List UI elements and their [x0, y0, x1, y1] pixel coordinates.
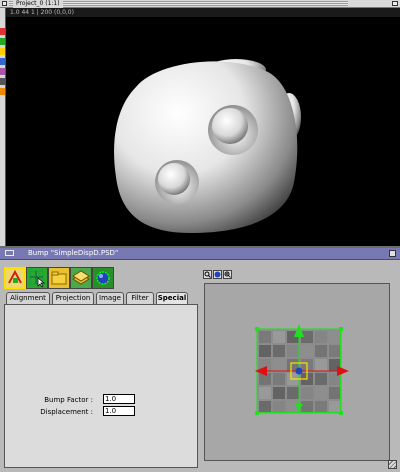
folder-tool-icon[interactable] — [48, 267, 70, 289]
close-box-icon[interactable] — [2, 1, 7, 6]
bump-panel-titlebar[interactable]: Bump "SimpleDispD.PSD" — [0, 248, 400, 260]
tab-image[interactable]: Image — [96, 292, 124, 304]
strip-tool-green-icon[interactable] — [0, 38, 5, 45]
corner-handle — [339, 411, 343, 415]
bump-panel-title: Bump "SimpleDispD.PSD" — [28, 249, 119, 257]
info-bar: 1.0 44 1 | 200 (0,0,0) — [6, 8, 400, 17]
layer-tool-icon[interactable] — [70, 267, 92, 289]
corner-handle — [339, 327, 343, 331]
corner-handle — [255, 411, 259, 415]
bump-factor-label: Bump Factor : — [44, 396, 93, 404]
strip-tool-yellow-icon[interactable] — [0, 48, 5, 55]
3d-viewport[interactable] — [6, 17, 400, 246]
strip-tool-blue-icon[interactable] — [0, 58, 5, 65]
bump-panel: Bump "SimpleDispD.PSD" Alignment Project… — [0, 246, 400, 472]
special-tab-content: Bump Factor : Displacement : — [4, 304, 198, 468]
rendered-bump-blob — [114, 59, 301, 233]
displacement-field[interactable] — [103, 406, 135, 416]
down-arrow-handle — [295, 404, 303, 412]
corner-handle — [255, 327, 259, 331]
zoom-box-icon[interactable] — [392, 1, 398, 6]
resize-grip-icon[interactable] — [388, 460, 397, 469]
render-window-titlebar[interactable]: Project_0 (1:1) — [0, 0, 400, 8]
strip-tool-gray-icon[interactable] — [0, 78, 5, 85]
panel-close-icon[interactable] — [5, 250, 14, 256]
zoom-icon[interactable] — [223, 270, 232, 279]
tab-alignment[interactable]: Alignment — [6, 292, 50, 304]
panel-collapse-icon[interactable] — [389, 250, 396, 257]
projection-preview[interactable] — [204, 283, 390, 461]
magnify-icon[interactable] — [203, 270, 212, 279]
alignment-tool-icon[interactable] — [4, 267, 26, 289]
render-window: Project_0 (1:1) 1.0 44 1 | 200 (0,0,0) — [0, 0, 400, 246]
right-arrow-handle — [337, 366, 349, 376]
projection-handles — [255, 324, 349, 415]
up-arrow-handle — [294, 324, 304, 337]
render-window-title: Project_0 (1:1) — [13, 0, 63, 8]
bump-factor-field[interactable] — [103, 394, 135, 404]
grid-select-tool-icon[interactable] — [26, 267, 48, 289]
strip-tool-purple-icon[interactable] — [0, 68, 5, 75]
tab-projection[interactable]: Projection — [52, 292, 94, 304]
sphere-tool-icon[interactable] — [92, 267, 114, 289]
strip-tool-red-icon[interactable] — [0, 28, 5, 35]
sphere-view-icon[interactable] — [213, 270, 222, 279]
tab-filter[interactable]: Filter — [126, 292, 154, 304]
strip-tool-orange-icon[interactable] — [0, 88, 5, 95]
displacement-label: Displacement : — [40, 408, 93, 416]
